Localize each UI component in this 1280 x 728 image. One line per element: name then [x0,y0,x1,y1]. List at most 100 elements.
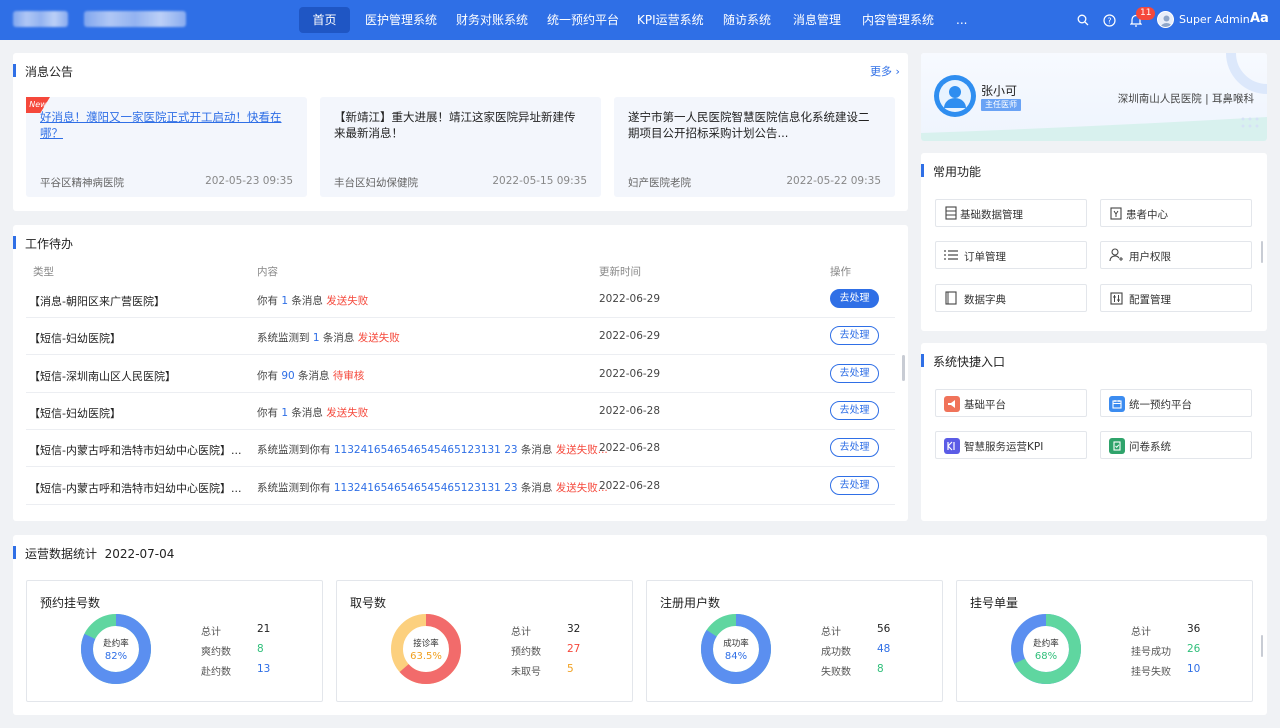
stat-card: 注册用户数 成功率 84% 总计 56 成功数 48 失败数 8 [646,580,943,702]
stat-value: 10 [1187,663,1201,675]
logo [13,11,68,27]
todo-content-mid: 条消息 [517,444,556,457]
notification-badge: 11 [1136,7,1156,20]
todo-content-prefix: 你有 [257,406,282,419]
todo-status: 待审核 [332,369,365,382]
donut-chart: 成功率 84% [701,614,771,684]
notice-more-link[interactable]: 更多 › [870,63,900,79]
common-functions-title: 常用功能 [921,163,981,180]
user-permission-icon [1109,248,1123,262]
profile-avatar[interactable] [934,75,976,117]
todo-status: 发送失败 [357,332,400,345]
notice-text[interactable]: 好消息！濮阳又一家医院正式开工启动！快看在哪？ [40,109,292,141]
nav-finance-reconciliation[interactable]: 财务对账系统 [456,7,528,33]
todo-status: 发送失败 [326,295,369,307]
func-patient-center[interactable]: 患者中心 [1100,199,1252,227]
stat-card: 挂号单量 赴约率 68% 总计 36 挂号成功 26 挂号失败 10 [956,580,1253,702]
process-button[interactable]: 去处理 [830,475,879,495]
stat-key: 预约数 [511,647,541,658]
avatar[interactable] [1157,11,1174,28]
font-size-toggle[interactable]: Aa [1250,11,1269,26]
todo-content-mid: 条消息 [294,369,333,382]
stat-value: 8 [257,643,264,655]
help-icon[interactable]: ? [1101,12,1117,28]
notice-item[interactable]: 遂宁市第一人民医院智慧医院信息化系统建设二期项目公开招标采购计划公告... 妇产… [614,97,895,197]
quick-basic-platform[interactable]: 基础平台 [935,389,1087,417]
notice-item[interactable]: New 好消息！濮阳又一家医院正式开工启动！快看在哪？ 平谷区精神病医院 202… [26,97,307,197]
search-icon[interactable] [1075,12,1091,28]
nav-message-management[interactable]: 消息管理 [793,7,841,33]
todo-card: 工作待办 类型 内容 更新时间 操作 【消息-朝阳区来广营医院】 你有 1 条消息… [13,225,908,521]
todo-type: 【短信-妇幼医院】 [29,406,121,420]
stat-key: 挂号成功 [1131,647,1171,658]
quick-kpi[interactable]: 智慧服务运营KPI [935,431,1087,459]
func-label: 订单管理 [964,251,1006,263]
common-functions-card: 常用功能 基础数据管理 患者中心 订单管理 用户权限 数据字典 配置管理 [921,153,1267,331]
nav-medical-management[interactable]: 医护管理系统 [365,7,437,33]
func-config-management[interactable]: 配置管理 [1100,284,1252,312]
stat-value: 5 [567,663,574,675]
user-name[interactable]: Super Admin [1179,13,1250,26]
quick-label: 统一预约平台 [1129,399,1192,411]
donut-label: 成功率 [723,639,749,649]
nav-appointment-platform[interactable]: 统一预约平台 [547,7,619,33]
stat-value: 27 [567,643,581,655]
col-header-time: 更新时间 [599,266,641,278]
todo-time: 2022-06-29 [599,330,661,343]
todo-status: 发送失败 [326,406,369,419]
kpi-icon [944,438,960,454]
todo-type: 【消息-朝阳区来广营医院】 [29,295,165,308]
profile-name: 张小可 [981,84,1018,98]
func-order-management[interactable]: 订单管理 [935,241,1087,269]
process-button[interactable]: 去处理 [830,326,879,346]
notice-text[interactable]: 【新靖江】重大进展！靖江这家医院异址新建传来最新消息！ [334,109,586,141]
notice-card-title: 消息公告 [13,63,73,80]
donut-label: 赴约率 [1033,639,1059,649]
todo-scrollbar[interactable] [902,355,905,381]
col-header-type: 类型 [33,266,54,278]
todo-content-prefix: 系统监测到你有 [257,481,334,494]
nav-home[interactable]: 首页 [299,7,350,33]
process-button[interactable]: 去处理 [830,438,879,458]
table-row: 【消息-朝阳区来广营医院】 你有 1 条消息 发送失败 2022-06-29 去处理 [26,281,895,318]
todo-content: 你有 1 条消息 发送失败 [257,405,368,420]
col-header-action: 操作 [830,266,851,278]
stat-value: 21 [257,623,271,635]
stat-title: 取号数 [350,596,387,610]
notice-text[interactable]: 遂宁市第一人民医院智慧医院信息化系统建设二期项目公开招标采购计划公告... [628,109,880,141]
stat-card: 取号数 接诊率 63.5% 总计 32 预约数 27 未取号 5 [336,580,633,702]
process-button[interactable]: 去处理 [830,289,879,308]
quick-label: 问卷系统 [1129,441,1171,453]
notice-time: 202-05-23 09:35 [205,175,293,187]
func-basic-data[interactable]: 基础数据管理 [935,199,1087,227]
todo-time: 2022-06-28 [599,404,661,417]
nav-followup-system[interactable]: 随访系统 [723,7,771,33]
func-user-permission[interactable]: 用户权限 [1100,241,1252,269]
logo-text [84,11,186,27]
stat-value: 32 [567,623,581,635]
donut-value: 63.5% [410,651,442,662]
notice-item[interactable]: 【新靖江】重大进展！靖江这家医院异址新建传来最新消息！ 丰台区妇幼保健院 202… [320,97,601,197]
process-button[interactable]: 去处理 [830,400,879,420]
nav-kpi-system[interactable]: KPI运营系统 [637,7,704,33]
stat-value: 56 [877,623,891,635]
quick-survey[interactable]: 问卷系统 [1100,431,1252,459]
todo-card-title: 工作待办 [13,235,73,252]
notice-time: 2022-05-15 09:35 [492,175,587,187]
stat-value: 8 [877,663,884,675]
stat-key: 未取号 [511,667,541,678]
stats-scrollbar[interactable] [1261,635,1263,657]
database-icon [944,206,958,220]
quick-entry-card: 系统快捷入口 基础平台 统一预约平台 智慧服务运营KPI 问卷系统 [921,343,1267,521]
func-data-dictionary[interactable]: 数据字典 [935,284,1087,312]
common-functions-scrollbar[interactable] [1261,241,1263,263]
process-button[interactable]: 去处理 [830,363,879,383]
col-header-content: 内容 [257,266,278,278]
stats-card: 运营数据统计 2022-07-04 预约挂号数 赴约率 82% 总计 21 爽约数 8 赴约数… [13,535,1267,715]
notice-time: 2022-05-22 09:35 [786,175,881,187]
nav-content-management[interactable]: 内容管理系统 [862,7,934,33]
todo-content-prefix: 系统监测到你有 [257,444,334,457]
notice-source: 平谷区精神病医院 [40,177,124,189]
nav-more[interactable]: ... [956,7,967,33]
quick-appointment-platform[interactable]: 统一预约平台 [1100,389,1252,417]
